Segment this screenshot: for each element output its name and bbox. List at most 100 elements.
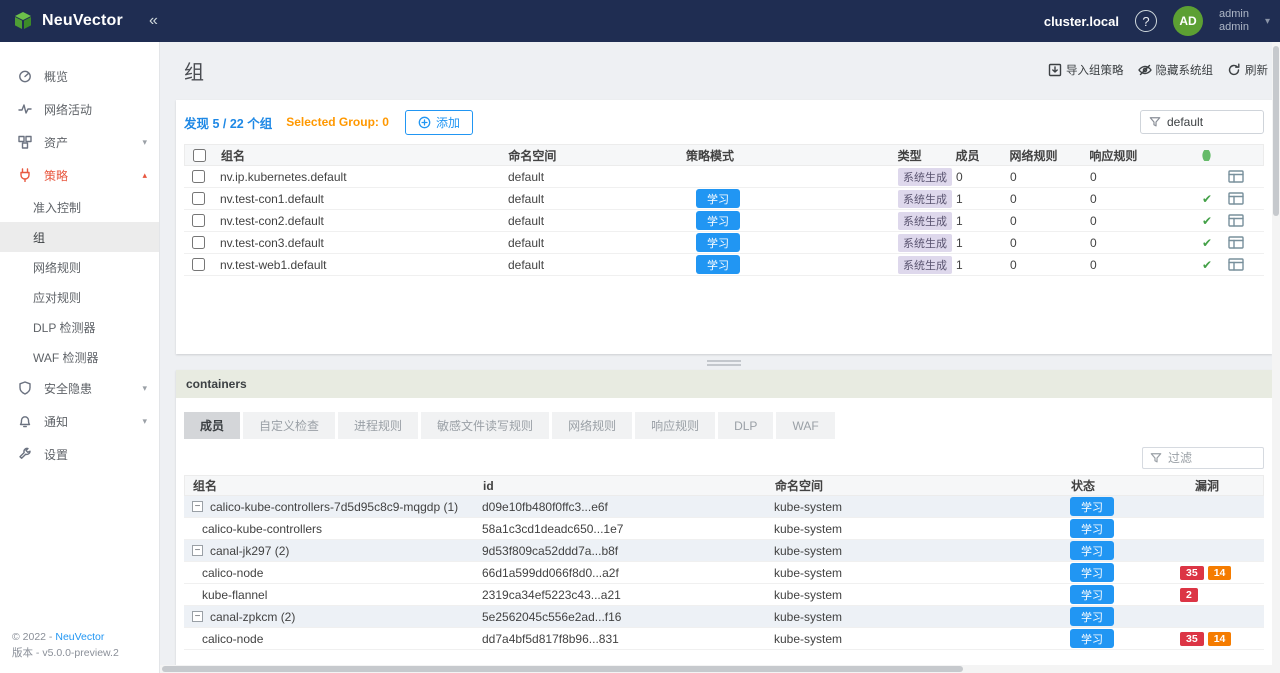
sidebar-item-network-activity[interactable]: 网络活动	[0, 93, 159, 126]
col-name[interactable]: 组名	[185, 477, 475, 494]
panel-resize-handle[interactable]	[176, 358, 1272, 368]
col-vulnerabilities[interactable]: 漏洞	[1173, 477, 1263, 494]
scrollbar-thumb[interactable]	[1273, 46, 1279, 216]
collapse-icon[interactable]	[192, 611, 203, 622]
user-role: admin	[1219, 21, 1249, 34]
table-row[interactable]: nv.test-con2.default default 学习 系统生成 1 0…	[184, 210, 1264, 232]
table-row[interactable]: nv.test-con3.default default 学习 系统生成 1 0…	[184, 232, 1264, 254]
col-id[interactable]: id	[475, 479, 767, 493]
member-name: canal-jk297 (2)	[210, 544, 289, 558]
group-details-icon[interactable]	[1228, 192, 1244, 205]
sidebar-item-notifications[interactable]: 通知 ▾	[0, 405, 159, 438]
horizontal-scrollbar[interactable]	[160, 665, 1272, 673]
sidebar-item-admission-control[interactable]: 准入控制	[0, 192, 159, 222]
sidebar-item-groups[interactable]: 组	[0, 222, 159, 252]
tab-response-rules[interactable]: 响应规则	[635, 412, 715, 439]
col-members[interactable]: 成员	[948, 147, 1002, 164]
table-row[interactable]: nv.test-web1.default default 学习 系统生成 1 0…	[184, 254, 1264, 276]
row-checkbox[interactable]	[192, 170, 205, 183]
tab-custom-check[interactable]: 自定义检查	[243, 412, 335, 439]
members-count: 1	[948, 236, 1002, 250]
sidebar-item-waf-sensors[interactable]: WAF 检测器	[0, 342, 159, 372]
help-icon[interactable]: ?	[1135, 10, 1157, 32]
member-name: kube-flannel	[202, 588, 267, 602]
select-all-checkbox[interactable]	[193, 149, 206, 162]
scrollbar-thumb[interactable]	[162, 666, 963, 672]
row-checkbox[interactable]	[192, 214, 205, 227]
policy-icon	[18, 168, 33, 183]
member-namespace: kube-system	[766, 500, 1062, 514]
groups-filter-select[interactable]: default	[1140, 110, 1264, 134]
scorable-check-icon	[1202, 214, 1212, 228]
import-group-policy-button[interactable]: 导入组策略	[1048, 62, 1124, 78]
add-group-button[interactable]: 添加	[405, 110, 473, 135]
container-id: dd7a4bf5d817f8b96...831	[474, 632, 766, 646]
table-row[interactable]: nv.test-con1.default default 学习 系统生成 1 0…	[184, 188, 1264, 210]
group-details-icon[interactable]	[1228, 236, 1244, 249]
col-type[interactable]: 类型	[890, 147, 948, 164]
col-status[interactable]: 状态	[1063, 477, 1173, 494]
sidebar-item-settings[interactable]: 设置	[0, 438, 159, 471]
tab-network-rules[interactable]: 网络规则	[552, 412, 632, 439]
neuvector-link[interactable]: NeuVector	[55, 631, 104, 643]
member-name: calico-kube-controllers	[202, 522, 322, 536]
sidebar-collapse-toggle[interactable]: «	[149, 12, 158, 30]
container-id: 9d53f809ca52ddd7a...b8f	[474, 544, 766, 558]
version-text: 版本 - v5.0.0-preview.2	[12, 645, 119, 661]
list-item[interactable]: calico-node dd7a4bf5d817f8b96...831 kube…	[184, 628, 1264, 650]
group-details-icon[interactable]	[1228, 258, 1244, 271]
vertical-scrollbar[interactable]	[1272, 42, 1280, 673]
sidebar-item-network-rules[interactable]: 网络规则	[0, 252, 159, 282]
col-policy-mode[interactable]: 策略模式	[678, 147, 890, 164]
collapse-icon[interactable]	[192, 545, 203, 556]
avatar[interactable]: AD	[1173, 6, 1203, 36]
col-group-name[interactable]: 组名	[213, 147, 500, 164]
status-badge: 学习	[1070, 519, 1114, 538]
group-details-icon[interactable]	[1228, 170, 1244, 183]
neuvector-logo-icon	[12, 10, 34, 32]
leaf-icon	[1199, 150, 1215, 161]
tab-members[interactable]: 成员	[184, 412, 240, 439]
list-item[interactable]: canal-jk297 (2) 9d53f809ca52ddd7a...b8f …	[184, 540, 1264, 562]
sidebar-item-policy[interactable]: 策略 ▴	[0, 159, 159, 192]
group-namespace: default	[500, 214, 678, 228]
list-item[interactable]: calico-kube-controllers-7d5d95c8c9-mqgdp…	[184, 496, 1264, 518]
user-menu-caret-icon[interactable]: ▾	[1265, 16, 1270, 27]
list-item[interactable]: calico-node 66d1a599dd066f8d0...a2f kube…	[184, 562, 1264, 584]
group-details-icon[interactable]	[1228, 214, 1244, 227]
row-checkbox[interactable]	[192, 258, 205, 271]
col-namespace[interactable]: 命名空间	[767, 477, 1063, 494]
table-row[interactable]: nv.ip.kubernetes.default default 系统生成 0 …	[184, 166, 1264, 188]
tab-waf[interactable]: WAF	[776, 412, 834, 439]
sidebar-item-dlp-sensors[interactable]: DLP 检测器	[0, 312, 159, 342]
hide-system-groups-button[interactable]: 隐藏系统组	[1138, 62, 1214, 78]
sidebar-footer: © 2022 - NeuVector 版本 - v5.0.0-preview.2	[12, 629, 119, 661]
sidebar-item-response-rules[interactable]: 应对规则	[0, 282, 159, 312]
page-title: 组	[184, 56, 204, 85]
sidebar-item-overview[interactable]: 概览	[0, 60, 159, 93]
user-info[interactable]: admin admin	[1219, 8, 1249, 34]
list-item[interactable]: calico-kube-controllers 58a1c3cd1deadc65…	[184, 518, 1264, 540]
col-response-rules[interactable]: 响应规则	[1081, 147, 1193, 164]
col-network-rules[interactable]: 网络规则	[1001, 147, 1081, 164]
collapse-icon[interactable]	[192, 501, 203, 512]
sidebar-item-security-risks[interactable]: 安全隐患 ▾	[0, 372, 159, 405]
detail-filter-input[interactable]	[1142, 447, 1264, 469]
filter-text-field[interactable]	[1168, 451, 1248, 465]
tab-process-rules[interactable]: 进程规则	[338, 412, 418, 439]
row-checkbox[interactable]	[192, 236, 205, 249]
group-namespace: default	[500, 258, 678, 272]
tab-file-access-rules[interactable]: 敏感文件读写规则	[421, 412, 549, 439]
tab-dlp[interactable]: DLP	[718, 412, 773, 439]
list-item[interactable]: canal-zpkcm (2) 5e2562045c556e2ad...f16 …	[184, 606, 1264, 628]
refresh-button[interactable]: 刷新	[1227, 62, 1268, 78]
list-item[interactable]: kube-flannel 2319ca34ef5223c43...a21 kub…	[184, 584, 1264, 606]
member-name: calico-node	[202, 632, 263, 646]
col-namespace[interactable]: 命名空间	[500, 147, 678, 164]
row-checkbox[interactable]	[192, 192, 205, 205]
network-rules-count: 0	[1002, 214, 1082, 228]
response-rules-count: 0	[1082, 236, 1194, 250]
sidebar-item-assets[interactable]: 资产 ▾	[0, 126, 159, 159]
cluster-name[interactable]: cluster.local	[1044, 14, 1119, 29]
policy-mode-badge: 学习	[696, 233, 740, 252]
